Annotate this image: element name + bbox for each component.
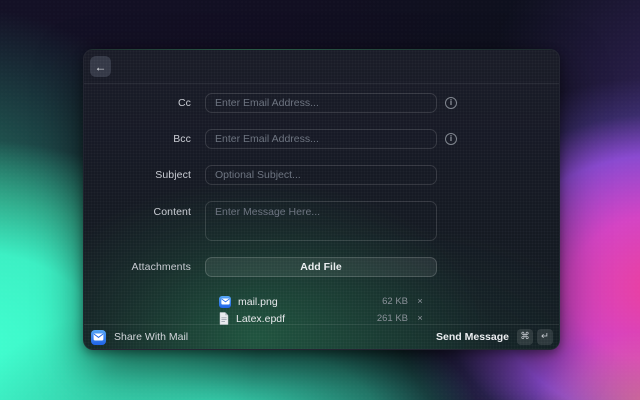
extension-title: Share With Mail: [114, 331, 189, 343]
subject-label: Subject: [155, 169, 191, 181]
attachment-row: mail.png 62 KB ×: [219, 293, 425, 310]
share-with-mail-window: ← Cc i Bcc i Subject: [83, 49, 560, 350]
info-icon[interactable]: i: [445, 97, 457, 109]
content-row: Content: [84, 201, 559, 241]
cc-row: Cc i: [84, 93, 559, 113]
back-button[interactable]: ←: [90, 56, 111, 77]
arrow-left-icon: ←: [94, 59, 107, 74]
return-key-hint: ↵: [537, 329, 553, 345]
send-message-button[interactable]: Send Message ⌘ ↵: [436, 329, 553, 345]
attachment-list: mail.png 62 KB × Latex.epdf 261 KB ×: [219, 293, 425, 327]
attachments-row: Attachments Add File: [84, 257, 559, 277]
cc-input[interactable]: [205, 93, 437, 113]
mail-app-icon: [219, 295, 231, 308]
attachment-name: mail.png: [238, 295, 278, 308]
bcc-input[interactable]: [205, 129, 437, 149]
mail-app-icon: [91, 329, 106, 345]
subject-row: Subject: [84, 165, 559, 185]
content-label: Content: [153, 206, 191, 218]
screen: ← Cc i Bcc i Subject: [0, 0, 640, 400]
window-footer: Share With Mail Send Message ⌘ ↵: [84, 324, 559, 349]
attachments-label: Attachments: [131, 261, 191, 273]
attachment-size: 62 KB: [382, 296, 408, 307]
add-file-button[interactable]: Add File: [205, 257, 437, 277]
content-textarea[interactable]: [205, 201, 437, 241]
bcc-label: Bcc: [173, 133, 191, 145]
remove-attachment-button[interactable]: ×: [415, 297, 425, 307]
attachment-size: 261 KB: [376, 313, 408, 324]
subject-input[interactable]: [205, 165, 437, 185]
close-icon: ×: [417, 295, 423, 307]
window-header: ←: [84, 50, 559, 84]
attachment-name: Latex.epdf: [236, 312, 286, 325]
info-icon[interactable]: i: [445, 133, 457, 145]
send-message-label: Send Message: [436, 331, 509, 343]
cc-label: Cc: [177, 97, 191, 109]
bcc-row: Bcc i: [84, 129, 559, 149]
command-key-hint: ⌘: [517, 329, 533, 345]
close-icon: ×: [417, 312, 423, 324]
remove-attachment-button[interactable]: ×: [415, 314, 425, 324]
form: Cc i Bcc i Subject Content: [84, 84, 559, 327]
